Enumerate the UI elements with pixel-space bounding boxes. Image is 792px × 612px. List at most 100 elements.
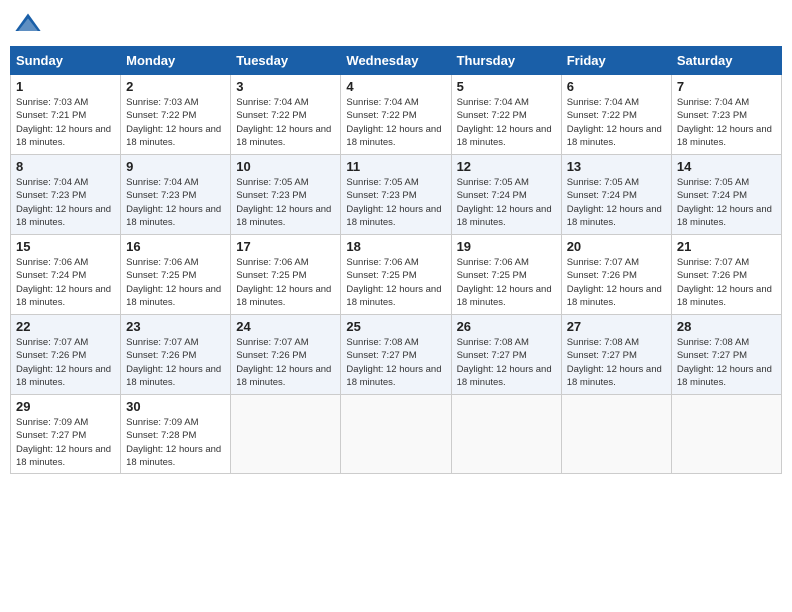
calendar-cell: 30 Sunrise: 7:09 AMSunset: 7:28 PMDayligh… — [121, 395, 231, 474]
calendar-week-2: 8 Sunrise: 7:04 AMSunset: 7:23 PMDaylight… — [11, 155, 782, 235]
calendar-cell: 25 Sunrise: 7:08 AMSunset: 7:27 PMDayligh… — [341, 315, 451, 395]
day-number: 23 — [126, 319, 225, 334]
calendar-cell: 17 Sunrise: 7:06 AMSunset: 7:25 PMDayligh… — [231, 235, 341, 315]
calendar-cell: 26 Sunrise: 7:08 AMSunset: 7:27 PMDayligh… — [451, 315, 561, 395]
calendar-cell: 27 Sunrise: 7:08 AMSunset: 7:27 PMDayligh… — [561, 315, 671, 395]
day-number: 24 — [236, 319, 335, 334]
day-info: Sunrise: 7:07 AMSunset: 7:26 PMDaylight:… — [236, 336, 335, 389]
day-number: 9 — [126, 159, 225, 174]
day-info: Sunrise: 7:03 AMSunset: 7:22 PMDaylight:… — [126, 96, 225, 149]
calendar-cell: 28 Sunrise: 7:08 AMSunset: 7:27 PMDayligh… — [671, 315, 781, 395]
calendar-header-wednesday: Wednesday — [341, 47, 451, 75]
day-number: 30 — [126, 399, 225, 414]
logo-icon — [14, 10, 42, 38]
day-number: 17 — [236, 239, 335, 254]
day-info: Sunrise: 7:08 AMSunset: 7:27 PMDaylight:… — [457, 336, 556, 389]
calendar-cell: 19Sunrise: 7:06 AMSunset: 7:25 PMDayligh… — [451, 235, 561, 315]
day-number: 25 — [346, 319, 445, 334]
day-number: 1 — [16, 79, 115, 94]
day-info: Sunrise: 7:04 AMSunset: 7:22 PMDaylight:… — [346, 96, 445, 149]
calendar-cell: 23Sunrise: 7:07 AMSunset: 7:26 PMDayligh… — [121, 315, 231, 395]
day-number: 14 — [677, 159, 776, 174]
day-number: 4 — [346, 79, 445, 94]
day-number: 12 — [457, 159, 556, 174]
day-info: Sunrise: 7:05 AMSunset: 7:23 PMDaylight:… — [236, 176, 335, 229]
day-info: Sunrise: 7:09 AMSunset: 7:28 PMDaylight:… — [126, 416, 225, 469]
day-info: Sunrise: 7:09 AMSunset: 7:27 PMDaylight:… — [16, 416, 115, 469]
day-info: Sunrise: 7:06 AMSunset: 7:25 PMDaylight:… — [346, 256, 445, 309]
day-number: 26 — [457, 319, 556, 334]
day-number: 7 — [677, 79, 776, 94]
calendar-table: SundayMondayTuesdayWednesdayThursdayFrid… — [10, 46, 782, 474]
day-info: Sunrise: 7:05 AMSunset: 7:23 PMDaylight:… — [346, 176, 445, 229]
day-number: 6 — [567, 79, 666, 94]
calendar-cell: 8 Sunrise: 7:04 AMSunset: 7:23 PMDaylight… — [11, 155, 121, 235]
calendar-cell: 15 Sunrise: 7:06 AMSunset: 7:24 PMDayligh… — [11, 235, 121, 315]
day-info: Sunrise: 7:06 AMSunset: 7:25 PMDaylight:… — [236, 256, 335, 309]
day-info: Sunrise: 7:08 AMSunset: 7:27 PMDaylight:… — [346, 336, 445, 389]
day-info: Sunrise: 7:05 AMSunset: 7:24 PMDaylight:… — [677, 176, 776, 229]
day-info: Sunrise: 7:07 AMSunset: 7:26 PMDaylight:… — [567, 256, 666, 309]
header — [10, 10, 782, 38]
calendar-header-monday: Monday — [121, 47, 231, 75]
calendar-cell: 1 Sunrise: 7:03 AMSunset: 7:21 PMDaylight… — [11, 75, 121, 155]
day-info: Sunrise: 7:08 AMSunset: 7:27 PMDaylight:… — [677, 336, 776, 389]
calendar-header-tuesday: Tuesday — [231, 47, 341, 75]
day-info: Sunrise: 7:04 AMSunset: 7:23 PMDaylight:… — [677, 96, 776, 149]
day-info: Sunrise: 7:05 AMSunset: 7:24 PMDaylight:… — [567, 176, 666, 229]
day-number: 5 — [457, 79, 556, 94]
day-number: 3 — [236, 79, 335, 94]
calendar-week-3: 15 Sunrise: 7:06 AMSunset: 7:24 PMDayligh… — [11, 235, 782, 315]
calendar-cell: 13 Sunrise: 7:05 AMSunset: 7:24 PMDayligh… — [561, 155, 671, 235]
day-number: 19 — [457, 239, 556, 254]
day-number: 10 — [236, 159, 335, 174]
calendar-cell: 7 Sunrise: 7:04 AMSunset: 7:23 PMDaylight… — [671, 75, 781, 155]
day-number: 21 — [677, 239, 776, 254]
calendar-header-friday: Friday — [561, 47, 671, 75]
calendar-cell: 22 Sunrise: 7:07 AMSunset: 7:26 PMDayligh… — [11, 315, 121, 395]
calendar-cell: 18 Sunrise: 7:06 AMSunset: 7:25 PMDayligh… — [341, 235, 451, 315]
calendar-header-thursday: Thursday — [451, 47, 561, 75]
calendar-cell: 29 Sunrise: 7:09 AMSunset: 7:27 PMDayligh… — [11, 395, 121, 474]
day-number: 13 — [567, 159, 666, 174]
calendar-week-4: 22 Sunrise: 7:07 AMSunset: 7:26 PMDayligh… — [11, 315, 782, 395]
day-info: Sunrise: 7:07 AMSunset: 7:26 PMDaylight:… — [677, 256, 776, 309]
day-number: 15 — [16, 239, 115, 254]
calendar-cell — [341, 395, 451, 474]
calendar-header-sunday: Sunday — [11, 47, 121, 75]
day-info: Sunrise: 7:08 AMSunset: 7:27 PMDaylight:… — [567, 336, 666, 389]
calendar-cell: 20 Sunrise: 7:07 AMSunset: 7:26 PMDayligh… — [561, 235, 671, 315]
day-info: Sunrise: 7:05 AMSunset: 7:24 PMDaylight:… — [457, 176, 556, 229]
calendar-week-5: 29 Sunrise: 7:09 AMSunset: 7:27 PMDayligh… — [11, 395, 782, 474]
day-number: 8 — [16, 159, 115, 174]
day-info: Sunrise: 7:04 AMSunset: 7:23 PMDaylight:… — [16, 176, 115, 229]
calendar-header-row: SundayMondayTuesdayWednesdayThursdayFrid… — [11, 47, 782, 75]
day-number: 28 — [677, 319, 776, 334]
day-info: Sunrise: 7:07 AMSunset: 7:26 PMDaylight:… — [16, 336, 115, 389]
day-number: 11 — [346, 159, 445, 174]
day-info: Sunrise: 7:04 AMSunset: 7:22 PMDaylight:… — [457, 96, 556, 149]
day-info: Sunrise: 7:04 AMSunset: 7:22 PMDaylight:… — [567, 96, 666, 149]
calendar-cell: 14 Sunrise: 7:05 AMSunset: 7:24 PMDayligh… — [671, 155, 781, 235]
calendar-cell: 5 Sunrise: 7:04 AMSunset: 7:22 PMDaylight… — [451, 75, 561, 155]
calendar-week-1: 1 Sunrise: 7:03 AMSunset: 7:21 PMDaylight… — [11, 75, 782, 155]
day-info: Sunrise: 7:06 AMSunset: 7:24 PMDaylight:… — [16, 256, 115, 309]
calendar-cell: 24 Sunrise: 7:07 AMSunset: 7:26 PMDayligh… — [231, 315, 341, 395]
day-number: 27 — [567, 319, 666, 334]
calendar-cell: 4 Sunrise: 7:04 AMSunset: 7:22 PMDaylight… — [341, 75, 451, 155]
calendar-cell: 11 Sunrise: 7:05 AMSunset: 7:23 PMDayligh… — [341, 155, 451, 235]
day-info: Sunrise: 7:03 AMSunset: 7:21 PMDaylight:… — [16, 96, 115, 149]
calendar-cell — [561, 395, 671, 474]
day-info: Sunrise: 7:04 AMSunset: 7:22 PMDaylight:… — [236, 96, 335, 149]
day-number: 22 — [16, 319, 115, 334]
day-number: 18 — [346, 239, 445, 254]
day-number: 16 — [126, 239, 225, 254]
day-number: 29 — [16, 399, 115, 414]
calendar-cell — [451, 395, 561, 474]
calendar-cell: 6 Sunrise: 7:04 AMSunset: 7:22 PMDaylight… — [561, 75, 671, 155]
day-number: 2 — [126, 79, 225, 94]
day-number: 20 — [567, 239, 666, 254]
calendar-cell: 3 Sunrise: 7:04 AMSunset: 7:22 PMDaylight… — [231, 75, 341, 155]
calendar-cell — [231, 395, 341, 474]
calendar-cell: 10 Sunrise: 7:05 AMSunset: 7:23 PMDayligh… — [231, 155, 341, 235]
